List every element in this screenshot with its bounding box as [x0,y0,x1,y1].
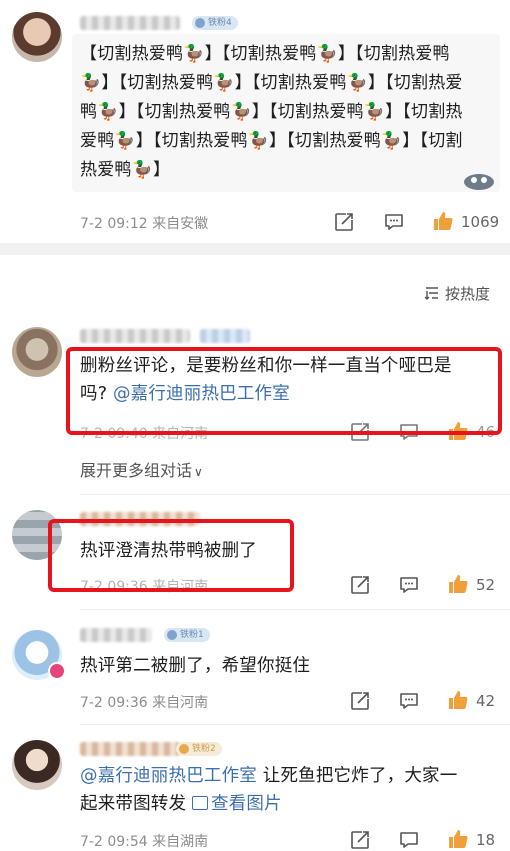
username-blurred [200,329,250,343]
comment-meta: 7-2 09:12 来自安徽 [80,216,209,232]
reply-text-plain: 起来带图转发 [80,794,192,814]
username-blurred[interactable] [80,628,152,642]
sticker-icon [462,170,496,192]
badge-icon [195,18,205,28]
reply-meta: 7-2 09:54 来自湖南 [80,834,209,850]
like-count: 1069 [461,213,500,231]
sort-icon [424,285,440,301]
share-icon[interactable] [333,211,355,233]
expand-label: 展开更多组对话 [80,461,193,480]
comment-icon[interactable] [383,211,405,233]
divider-line [80,724,510,725]
like-count: 52 [476,576,496,594]
highlight-box [66,347,502,435]
expand-more-link[interactable]: 展开更多组对话 ∨ [80,457,203,481]
comment-icon[interactable] [398,829,420,851]
comment-line: 鸭🦆】【切割热爱鸭🦆】【切割热爱鸭🦆】【切割热 [80,102,463,122]
username-blurred[interactable] [80,16,180,30]
reply-text-plain: 让死鱼把它炸了，大家一 [257,766,458,786]
like-icon[interactable] [447,573,469,595]
badge-icon [167,630,177,640]
image-icon [191,796,208,810]
avatar[interactable] [12,327,62,377]
avatar[interactable] [12,12,62,62]
sort-label: 按热度 [445,285,491,303]
comment-icon[interactable] [398,574,420,596]
like-count: 18 [476,831,496,849]
comment-icon[interactable] [398,690,420,712]
badge-icon [179,744,189,754]
mention-link[interactable]: @嘉行迪丽热巴工作室 [80,766,257,786]
divider-line [80,494,510,495]
chevron-down-icon: ∨ [194,465,203,479]
like-icon[interactable] [432,210,454,232]
fan-badge: 铁粉4 [192,16,238,30]
reply-line: @嘉行迪丽热巴工作室 让死鱼把它炸了，大家一 [80,762,505,790]
like-icon[interactable] [447,689,469,711]
comment-line: 爱鸭🦆】【切割热爱鸭🦆】【切割热爱鸭🦆】【切割 [80,131,463,151]
section-divider [0,243,510,255]
comment-line: 【切割热爱鸭🦆】【切割热爱鸭🦆】【切割热爱鸭 [80,44,450,64]
reply-meta: 7-2 09:36 来自河南 [80,695,209,711]
divider-line [80,609,510,610]
reply-line: 起来带图转发 查看图片 [80,790,505,818]
verified-badge-icon [48,662,66,680]
like-count: 42 [476,692,496,710]
top-comment-text: 【切割热爱鸭🦆】【切割热爱鸭🦆】【切割热爱鸭 🦆】【切割热爱鸭🦆】【切割热爱鸭🦆… [80,40,500,185]
highlight-box [48,519,294,592]
comment-line: 🦆】【切割热爱鸭🦆】【切割热爱鸭🦆】【切割热爱 [80,73,463,93]
username-blurred[interactable] [80,329,190,343]
view-image-link[interactable]: 查看图片 [191,794,282,814]
share-icon[interactable] [349,574,371,596]
like-icon[interactable] [447,828,469,850]
comment-line: 热爱鸭🦆】 [80,160,171,180]
view-image-label: 查看图片 [210,794,282,814]
share-icon[interactable] [349,690,371,712]
fan-badge: 铁粉2 [176,742,222,756]
share-icon[interactable] [349,829,371,851]
username-blurred[interactable] [80,742,180,756]
reply-text: @嘉行迪丽热巴工作室 让死鱼把它炸了，大家一 起来带图转发 查看图片 [80,762,505,818]
fan-badge: 铁粉1 [164,628,210,642]
avatar[interactable] [12,740,62,790]
reply-text: 热评第二被删了，希望你挺住 [80,656,311,676]
